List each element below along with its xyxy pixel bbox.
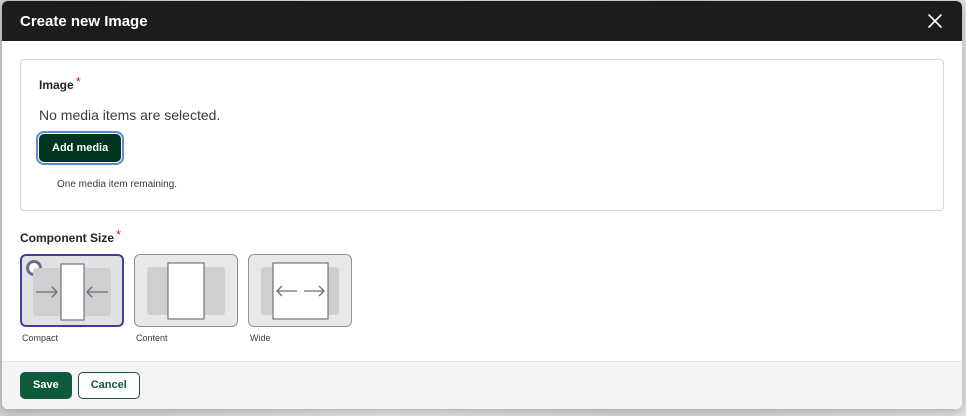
image-fieldset: Image * No media items are selected. Add … [20, 59, 944, 211]
size-option-label: Wide [250, 333, 271, 343]
dialog-title: Create new Image [20, 12, 148, 30]
size-card-compact[interactable] [20, 254, 124, 327]
dialog-footer: Save Cancel [2, 361, 962, 409]
component-size-label: Component Size * [20, 227, 944, 247]
size-card-wide[interactable] [248, 254, 352, 327]
size-option-content[interactable]: Content [134, 254, 238, 343]
wide-layout-icon [261, 262, 339, 320]
size-option-wide[interactable]: Wide [248, 254, 352, 343]
empty-media-text: No media items are selected. [39, 107, 221, 123]
remaining-count-text: One media item remaining. [57, 179, 178, 190]
size-option-label: Compact [22, 333, 59, 343]
close-button[interactable] [924, 10, 946, 32]
required-marker: * [75, 74, 81, 89]
cancel-button[interactable]: Cancel [77, 372, 140, 399]
dialog-titlebar: Create new Image [2, 1, 962, 41]
create-image-dialog: Create new Image Image * No media items a… [2, 1, 962, 409]
size-option-compact[interactable]: Compact [20, 254, 124, 343]
required-marker: * [116, 227, 122, 242]
compact-layout-icon [33, 263, 111, 321]
size-card-content[interactable] [134, 254, 238, 327]
size-option-label: Content [136, 333, 168, 343]
component-size-label-text: Component Size [20, 231, 115, 245]
add-media-button[interactable]: Add media [35, 131, 125, 165]
content-layout-icon [147, 262, 225, 320]
close-icon [928, 14, 942, 28]
save-button[interactable]: Save [20, 372, 72, 399]
dialog-body: Image * No media items are selected. Add … [2, 41, 962, 343]
component-size-options: Compact Content Wide [20, 254, 944, 343]
image-label: Image * [39, 74, 925, 94]
image-label-text: Image [39, 78, 74, 92]
